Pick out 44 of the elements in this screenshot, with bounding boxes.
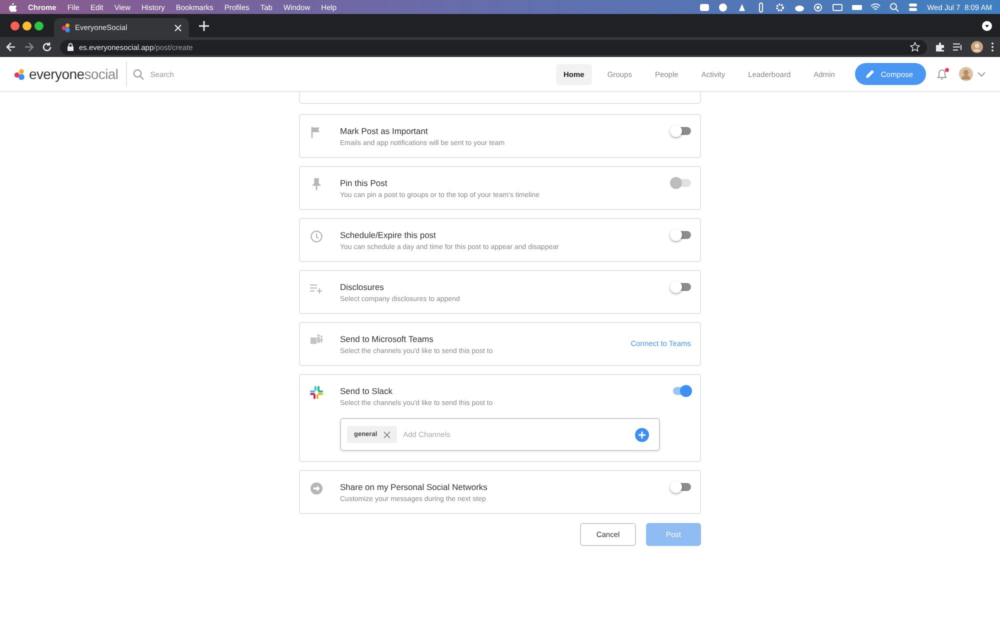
slack-icon xyxy=(310,386,323,399)
keyboard-icon xyxy=(832,2,844,12)
setting-title: Disclosures xyxy=(340,282,385,292)
logo-icon xyxy=(14,68,25,80)
search-icon xyxy=(889,2,900,12)
lock-icon xyxy=(67,43,74,51)
playlist-add-icon xyxy=(310,282,323,295)
star-icon xyxy=(910,42,920,52)
apple-icon xyxy=(8,2,17,12)
record-icon xyxy=(813,2,824,12)
toggle-switch[interactable] xyxy=(670,125,691,136)
toggle-switch[interactable] xyxy=(670,281,691,292)
toggle-switch[interactable] xyxy=(670,229,691,240)
remove-icon[interactable] xyxy=(383,430,392,438)
forward-icon[interactable] xyxy=(24,42,34,52)
more-icon[interactable] xyxy=(991,42,994,52)
setting-title: Send to Slack xyxy=(340,386,394,396)
bell-icon[interactable] xyxy=(937,68,947,80)
setting-title: Mark Post as Important xyxy=(340,126,429,136)
setting-title: Pin this Post xyxy=(340,178,388,188)
window-controls-icon xyxy=(10,20,44,30)
search-icon xyxy=(133,68,144,80)
add-icon[interactable] xyxy=(635,428,649,442)
arrow-circle-icon xyxy=(310,482,323,495)
pencil-icon xyxy=(864,69,875,79)
back-icon[interactable] xyxy=(6,42,16,52)
close-icon xyxy=(174,24,182,32)
setting-title: Schedule/Expire this post xyxy=(340,230,437,240)
toggles-icon xyxy=(908,2,920,12)
plus-icon[interactable] xyxy=(199,20,209,30)
dropdown-icon xyxy=(982,20,992,30)
logo-text: everyonesocial xyxy=(29,66,118,82)
clock-icon xyxy=(310,230,323,243)
avatar-icon[interactable] xyxy=(971,41,983,53)
reload-icon[interactable] xyxy=(42,42,52,52)
setting-title: Share on my Personal Social Networks xyxy=(340,482,488,492)
pin-icon xyxy=(310,178,323,191)
toggle-switch[interactable] xyxy=(670,481,691,492)
playlist-icon[interactable] xyxy=(953,42,963,52)
wifi-icon xyxy=(870,2,882,12)
teams-icon xyxy=(310,334,323,347)
logo-icon xyxy=(61,22,70,32)
chevron-down-icon xyxy=(977,71,986,77)
setting-title: Send to Microsoft Teams xyxy=(340,334,434,344)
